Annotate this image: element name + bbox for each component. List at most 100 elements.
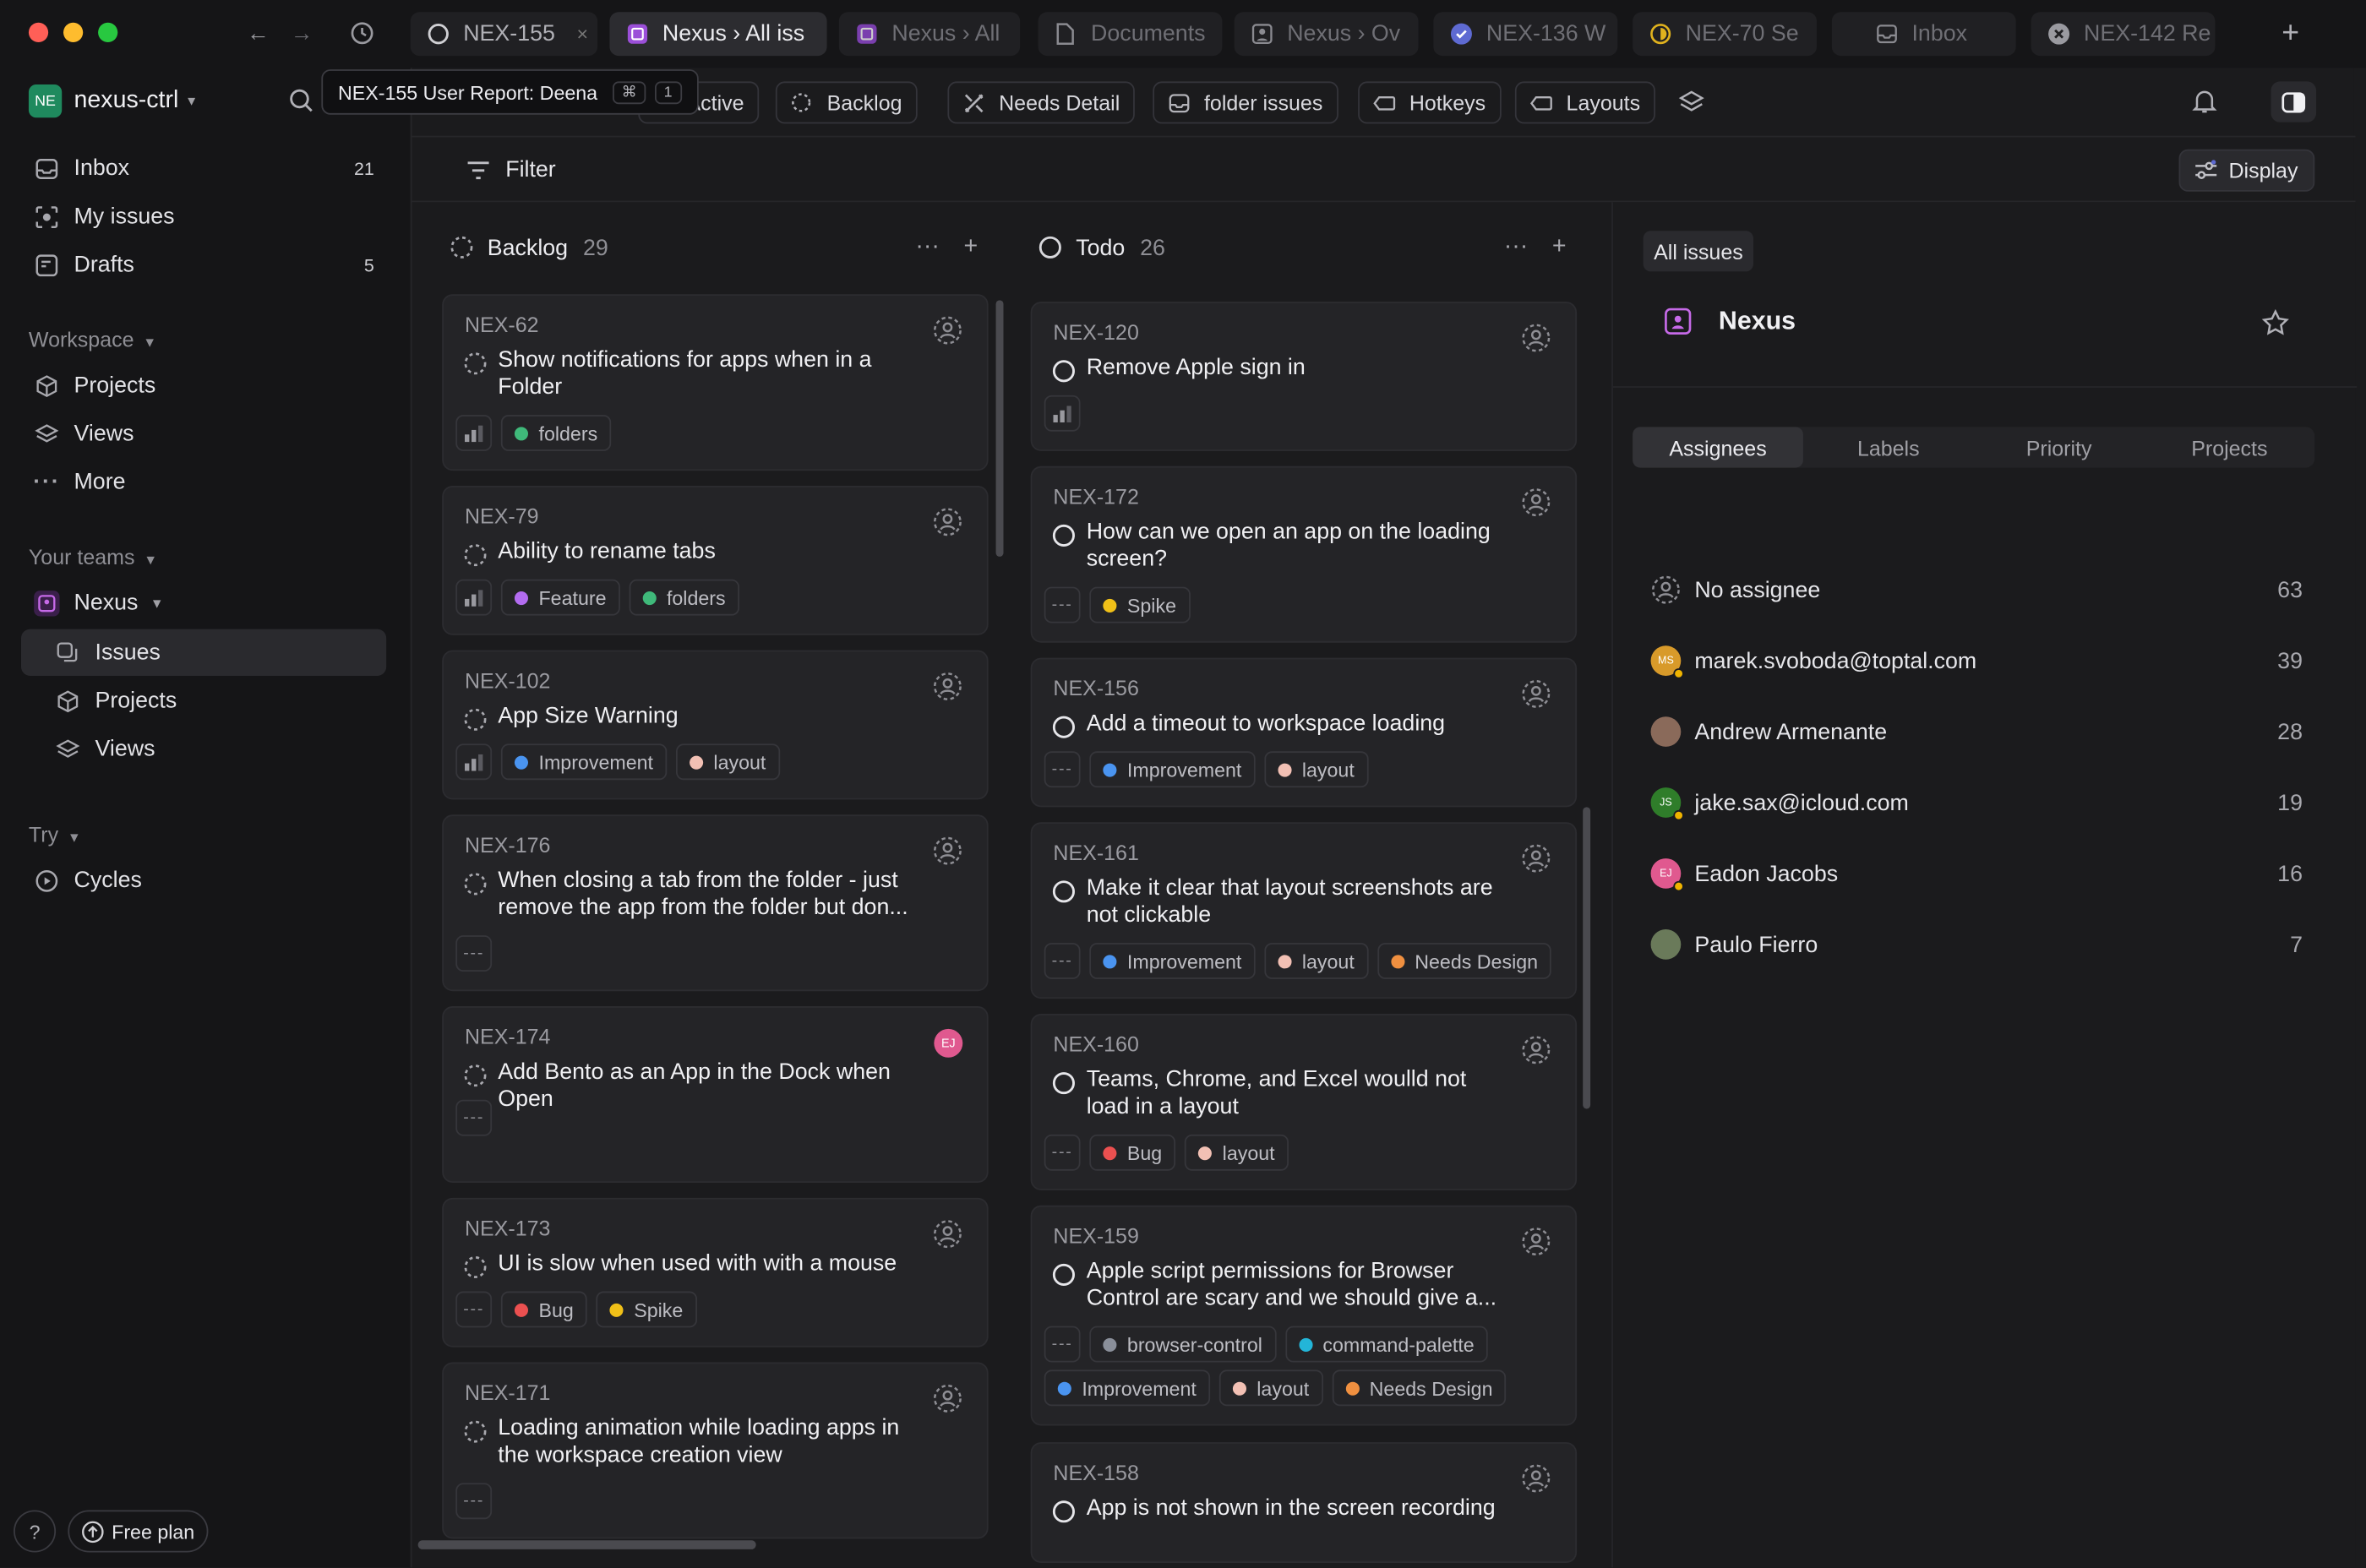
tab-labels[interactable]: Labels [1803,427,1974,467]
tab-documents[interactable]: Documents [1038,12,1223,57]
tab-nexus-overview[interactable]: Nexus › Ov [1234,12,1419,57]
search-icon[interactable] [288,88,315,115]
label-chip[interactable]: layout [1185,1134,1289,1171]
label-chip[interactable]: Bug [500,1291,587,1328]
issue-card[interactable]: NEX-159 Apple script permissions for Bro… [1030,1205,1578,1426]
status-icon[interactable] [463,1064,488,1088]
tab-inbox[interactable]: Inbox [1831,12,2016,57]
assignee-row[interactable]: EJ Eadon Jacobs 16 [1650,851,2303,896]
issue-card[interactable]: NEX-161 Make it clear that layout screen… [1030,822,1578,999]
issue-card[interactable]: NEX-62 Show notifications for apps when … [442,294,989,471]
label-chip[interactable]: Improvement [500,743,668,781]
unassigned-icon[interactable] [933,672,963,702]
status-icon[interactable] [1052,715,1077,739]
sidebar-item-views[interactable]: Views [21,411,386,457]
label-chip[interactable]: layout [1264,943,1368,979]
more-options-icon[interactable]: ··· [915,234,940,261]
label-chip[interactable]: Improvement [1044,1369,1210,1407]
close-tab-icon[interactable]: × [567,23,597,46]
minimize-window-button[interactable] [63,22,84,42]
backlog-scrollbar[interactable] [995,300,1004,557]
sidebar-item-more[interactable]: ··· More [21,459,386,505]
more-options-icon[interactable]: ··· [1504,234,1529,261]
new-tab-button[interactable]: + [2274,16,2307,50]
issue-card[interactable]: NEX-102 App Size Warning Improvement layou… [442,650,989,800]
add-issue-icon[interactable]: + [1552,234,1567,261]
tab-nex-136[interactable]: NEX-136 W [1433,12,1618,57]
status-icon[interactable] [463,1255,488,1280]
unassigned-icon[interactable] [1521,1463,1551,1494]
add-issue-icon[interactable]: + [963,234,978,261]
label-chip[interactable]: Spike [1089,586,1191,623]
view-folder-issues[interactable]: folder issues [1153,81,1338,124]
help-button[interactable]: ? [14,1510,57,1553]
status-icon[interactable] [463,351,488,376]
label-chip[interactable]: layout [1218,1369,1323,1407]
no-priority-icon[interactable]: --- [1044,751,1081,788]
status-icon[interactable] [1052,524,1077,548]
sidebar-item-cycles[interactable]: Cycles [21,857,386,903]
view-backlog[interactable]: Backlog [775,81,918,124]
assignee-row[interactable]: Paulo Fierro 7 [1650,922,2303,967]
no-priority-icon[interactable]: --- [455,935,493,972]
view-needs-detail[interactable]: Needs Detail [947,81,1136,124]
no-priority-icon[interactable]: --- [1044,586,1081,623]
unassigned-icon[interactable] [1521,1227,1551,1257]
view-hotkeys[interactable]: Hotkeys [1358,81,1502,124]
tab-projects[interactable]: Projects [2144,427,2314,467]
unassigned-icon[interactable] [1521,323,1551,353]
status-icon[interactable] [1052,1263,1077,1288]
label-chip[interactable]: Improvement [1089,751,1256,788]
status-icon[interactable] [1052,359,1077,384]
status-icon[interactable] [463,707,488,732]
sidebar-item-inbox[interactable]: Inbox 21 [21,144,386,191]
unassigned-icon[interactable] [933,836,963,866]
issue-card[interactable]: NEX-158 App is not shown in the screen r… [1030,1442,1578,1563]
status-icon[interactable] [463,872,488,896]
workspace-switcher[interactable]: NE nexus-ctrl ▾ [28,84,195,118]
todo-scrollbar[interactable] [1583,807,1591,1109]
tab-assignees[interactable]: Assignees [1633,427,1803,468]
no-priority-icon[interactable]: --- [1044,943,1081,979]
label-chip[interactable]: layout [1264,751,1368,788]
filter-button[interactable]: Filter [466,157,556,182]
issue-card[interactable]: NEX-172 How can we open an app on the lo… [1030,466,1578,643]
assignee-row[interactable]: JS jake.sax@icloud.com 19 [1650,780,2303,825]
unassigned-icon[interactable] [1521,1035,1551,1065]
close-window-button[interactable] [28,22,49,42]
label-chip[interactable]: folders [500,415,612,451]
tab-all-issues[interactable]: Nexus › All iss [609,12,827,57]
no-priority-icon[interactable]: --- [455,1099,493,1136]
priority-bars-icon[interactable] [455,579,493,616]
free-plan-button[interactable]: Free plan [68,1510,209,1553]
workspace-section-toggle[interactable]: Workspace ▼ [29,327,156,351]
unassigned-icon[interactable] [1521,679,1551,710]
status-icon[interactable] [463,1419,488,1444]
tab-nex-70[interactable]: NEX-70 Se [1633,12,1817,57]
sidebar-item-issues[interactable]: Issues [20,629,387,676]
star-icon[interactable] [2261,309,2289,336]
history-clock-icon[interactable] [346,17,379,50]
teams-section-toggle[interactable]: Your teams ▼ [29,545,157,569]
assignee-row[interactable]: No assignee 63 [1651,567,2303,612]
unassigned-icon[interactable] [933,315,963,346]
sidebar-item-team-nexus[interactable]: Nexus ▼ [21,580,386,626]
priority-bars-icon[interactable] [1044,395,1081,432]
horizontal-scrollbar[interactable] [417,1540,756,1549]
issue-card[interactable]: NEX-156 Add a timeout to workspace loadi… [1030,657,1578,808]
tab-nexus-all[interactable]: Nexus › All [838,12,1021,57]
unassigned-icon[interactable] [933,1219,963,1250]
zoom-window-button[interactable] [98,22,118,42]
label-chip[interactable]: folders [629,579,739,616]
sidebar-item-my-issues[interactable]: My issues [21,193,386,240]
status-icon[interactable] [1052,879,1077,904]
label-chip[interactable]: Needs Design [1377,943,1552,979]
no-priority-icon[interactable]: --- [455,1291,493,1328]
no-priority-icon[interactable]: --- [1044,1326,1081,1363]
priority-bars-icon[interactable] [455,415,493,451]
assignee-row[interactable]: MS marek.svoboda@toptal.com 39 [1650,638,2303,683]
no-priority-icon[interactable]: --- [455,1483,493,1520]
label-chip[interactable]: Improvement [1089,943,1256,979]
forward-arrow-icon[interactable]: → [285,17,318,50]
label-chip[interactable]: command-palette [1284,1326,1488,1363]
